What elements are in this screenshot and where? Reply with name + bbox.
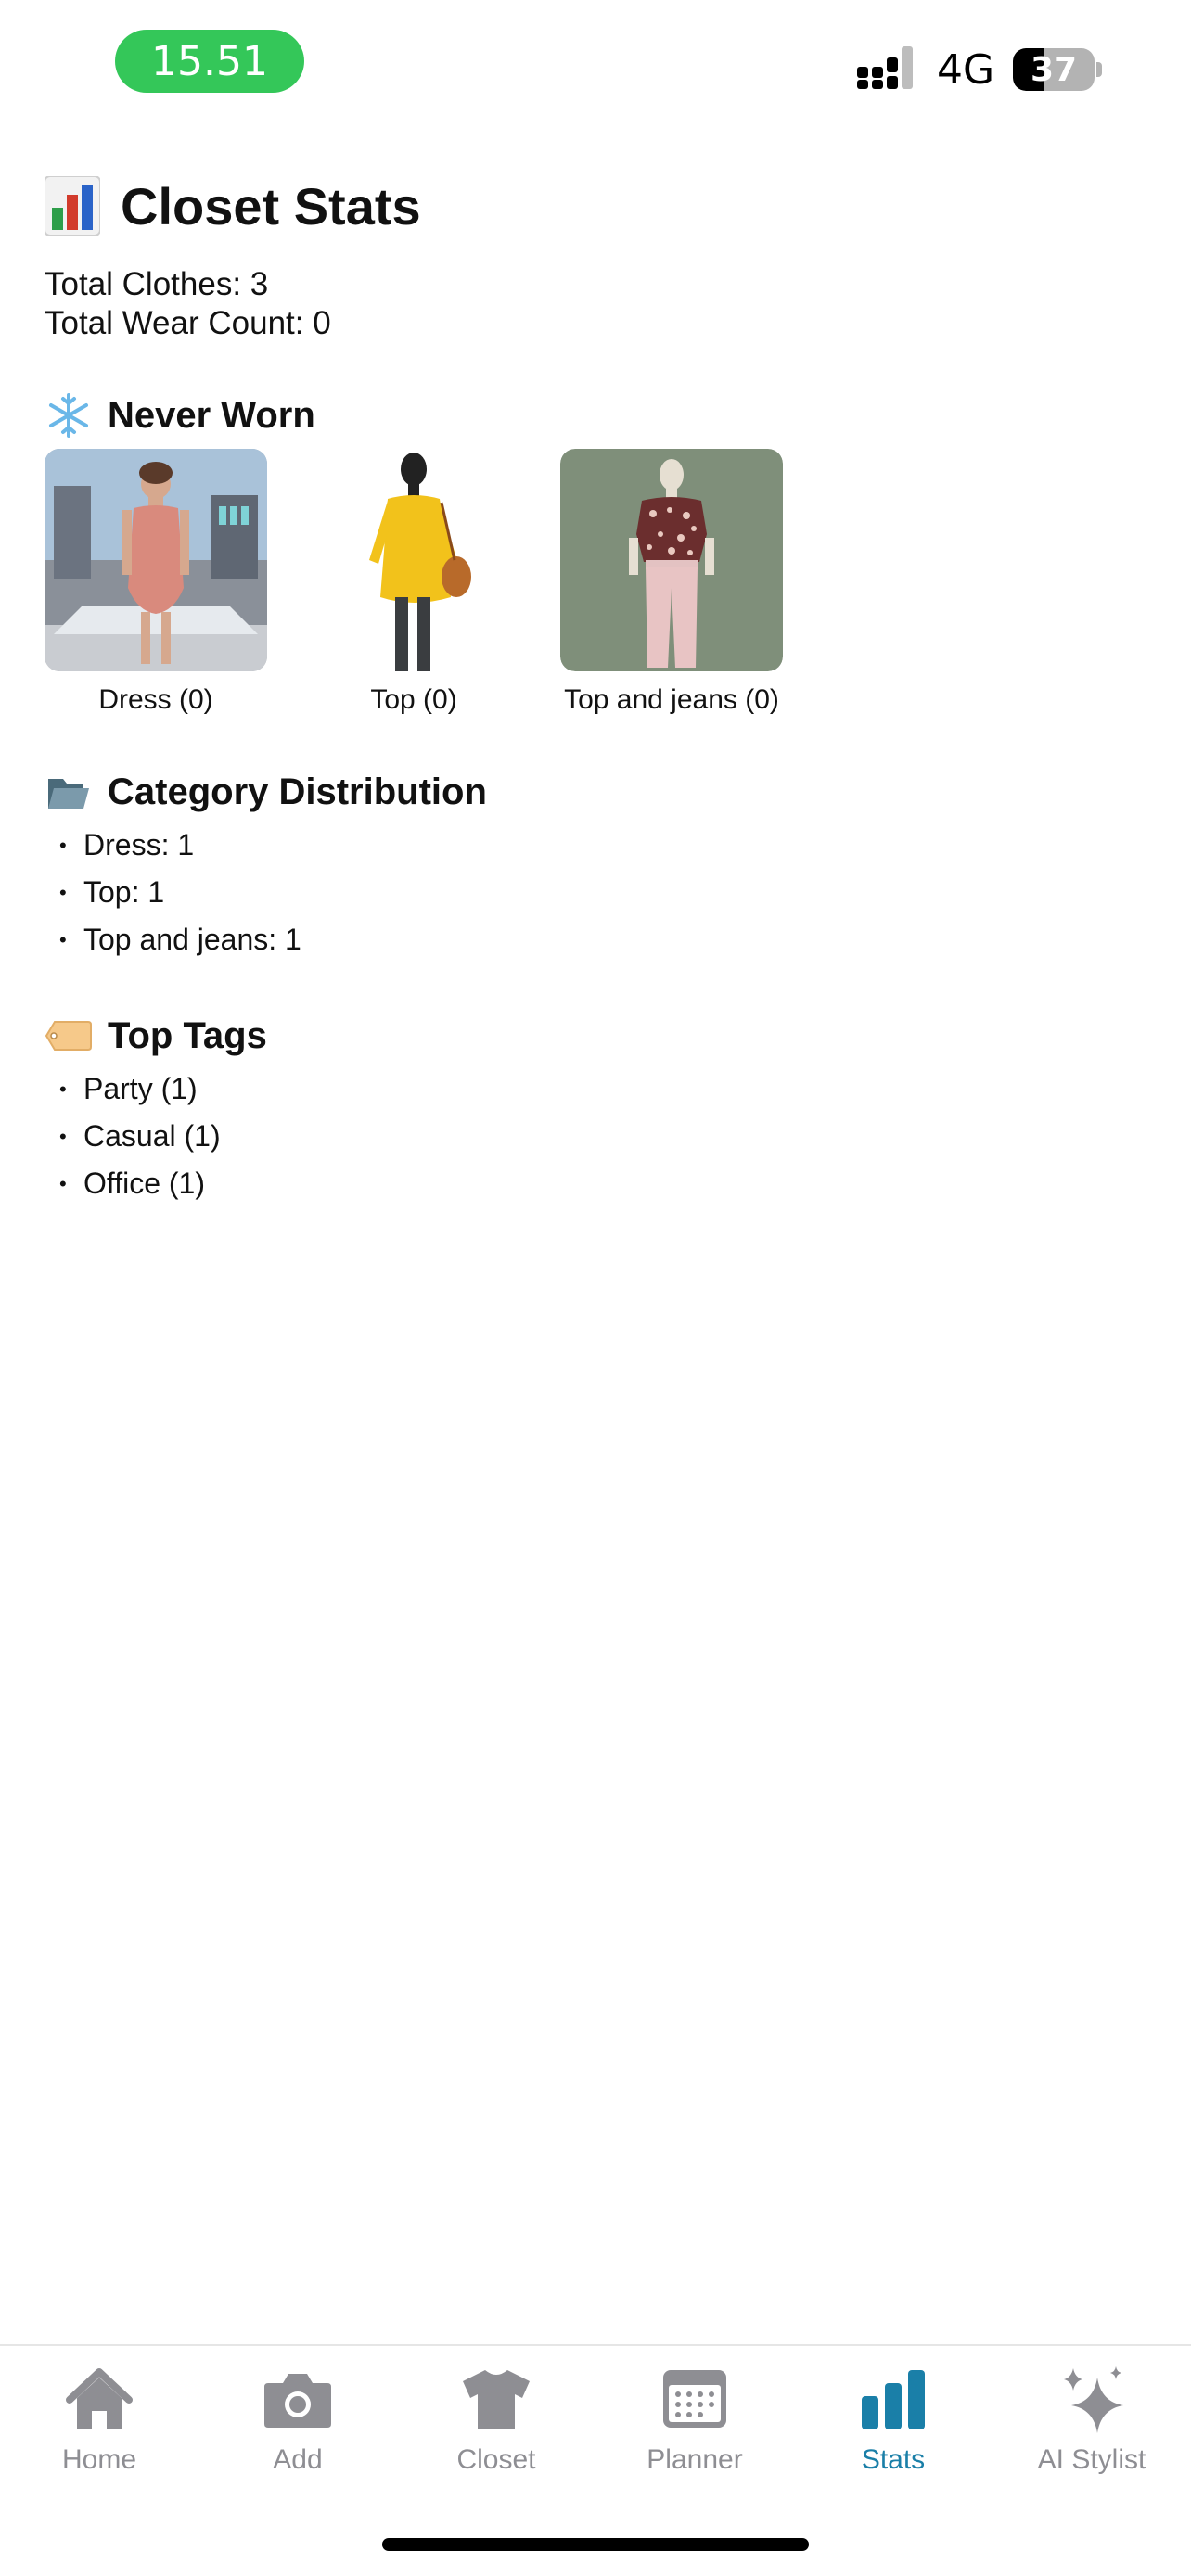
clothing-label: Top (0) (370, 684, 457, 715)
status-bar: 15.51 4G 37 (0, 0, 1191, 121)
tab-label: Closet (456, 2444, 536, 2475)
tab-label: Planner (647, 2444, 743, 2475)
list-item: Office (1) (45, 1160, 1148, 1207)
clothing-item-dress[interactable]: Dress (0) (45, 449, 267, 716)
tab-ai-stylist[interactable]: AI Stylist (992, 2365, 1191, 2485)
category-item: Dress: 1 (83, 828, 195, 861)
list-item: Top: 1 (45, 869, 1148, 916)
total-clothes: Total Clothes: 3 (45, 266, 269, 302)
top-tags-heading: Top Tags (45, 1012, 1148, 1060)
category-list: Dress: 1 Top: 1 Top and jeans: 1 (45, 822, 1148, 963)
stats-content: Closet Stats Total Clothes: 3 Total Wear… (45, 169, 1148, 1207)
tab-label: Home (61, 2444, 137, 2475)
network-type: 4G (937, 46, 995, 94)
bar-chart-icon (862, 2370, 925, 2429)
page-title: Closet Stats (121, 176, 421, 236)
tab-add[interactable]: Add (198, 2365, 397, 2485)
list-item: Top and jeans: 1 (45, 916, 1148, 963)
tag-item: Party (1) (83, 1072, 198, 1105)
battery-tip (1096, 62, 1102, 77)
snowflake-icon (45, 393, 93, 438)
dress-thumbnail[interactable] (45, 449, 267, 671)
tag-item: Casual (1) (83, 1119, 221, 1153)
tab-label: Stats (861, 2444, 926, 2475)
top-tags-section: Top Tags Party (1) Casual (1) Office (1) (45, 1012, 1148, 1207)
total-wear-count: Total Wear Count: 0 (45, 305, 331, 341)
folder-icon (45, 770, 93, 814)
summary: Total Clothes: 3 Total Wear Count: 0 (45, 265, 1148, 343)
category-item: Top: 1 (83, 875, 165, 909)
category-item: Top and jeans: 1 (83, 923, 301, 956)
top-tags-title: Top Tags (108, 1014, 267, 1056)
calendar-icon (663, 2370, 726, 2428)
clothing-label: Dress (0) (98, 684, 213, 715)
camera-icon (264, 2374, 331, 2428)
tab-planner[interactable]: Planner (596, 2365, 794, 2485)
page-header: Closet Stats (45, 169, 1148, 243)
top-thumbnail[interactable] (302, 449, 525, 671)
cellular-signal-icon (857, 46, 913, 89)
clothing-item-top[interactable]: Top (0) (302, 449, 525, 716)
list-item: Party (1) (45, 1065, 1148, 1113)
bar-chart-icon (45, 176, 100, 236)
category-distribution-title: Category Distribution (108, 771, 487, 812)
tab-label: Add (273, 2444, 323, 2475)
status-time[interactable]: 15.51 (115, 30, 304, 93)
tab-label: AI Stylist (1037, 2444, 1146, 2475)
never-worn-list: Dress (0) Top (0) Top and jeans (0) (45, 449, 1148, 716)
clothing-item-top-and-jeans[interactable]: Top and jeans (0) (560, 449, 783, 716)
category-distribution-heading: Category Distribution (45, 768, 1148, 816)
never-worn-section: Never Worn Dress (0) Top (0) Top and jea… (45, 391, 1148, 716)
list-item: Casual (1) (45, 1113, 1148, 1160)
tab-home[interactable]: Home (0, 2365, 198, 2485)
tab-stats[interactable]: Stats (794, 2365, 992, 2485)
home-icon (66, 2368, 133, 2429)
category-distribution-section: Category Distribution Dress: 1 Top: 1 To… (45, 768, 1148, 963)
clothing-label: Top and jeans (0) (564, 684, 779, 715)
list-item: Dress: 1 (45, 822, 1148, 869)
home-indicator[interactable] (382, 2538, 809, 2551)
battery-icon: 37 (1013, 48, 1095, 91)
battery-percent: 37 (1030, 50, 1078, 89)
sparkles-icon (1064, 2366, 1123, 2433)
tag-item: Office (1) (83, 1167, 205, 1200)
never-worn-title: Never Worn (108, 394, 315, 436)
tshirt-icon (463, 2370, 530, 2429)
tag-icon (45, 1014, 93, 1058)
top-and-jeans-thumbnail[interactable] (560, 449, 783, 671)
tag-list: Party (1) Casual (1) Office (1) (45, 1065, 1148, 1207)
never-worn-heading: Never Worn (45, 391, 1148, 440)
tab-closet[interactable]: Closet (397, 2365, 596, 2485)
